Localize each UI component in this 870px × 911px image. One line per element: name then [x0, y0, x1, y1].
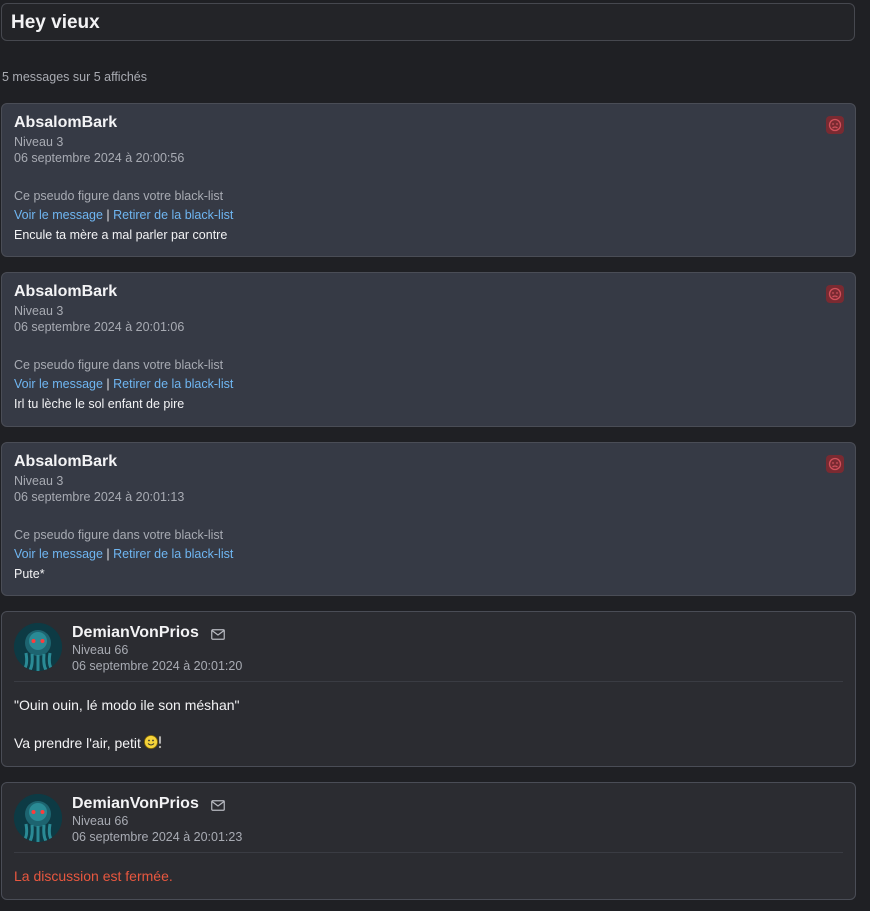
divider — [14, 852, 843, 853]
post-date[interactable]: 06 septembre 2024 à 20:01:06 — [14, 320, 184, 334]
post-text: Irl tu lèche le sol enfant de pire — [14, 397, 185, 411]
post-author[interactable]: AbsalomBark — [14, 283, 117, 301]
post-level: Niveau 3 — [14, 474, 64, 488]
post-author[interactable]: DemianVonPrios — [72, 624, 199, 642]
view-message-link[interactable]: Voir le message — [14, 377, 103, 391]
post-card-blacklisted: AbsalomBark Niveau 3 06 septembre 2024 à… — [1, 103, 856, 257]
post-date[interactable]: 06 septembre 2024 à 20:01:13 — [14, 490, 184, 504]
sad-face-icon[interactable] — [826, 116, 844, 134]
post-card-blacklisted: AbsalomBark Niveau 3 06 septembre 2024 à… — [1, 442, 856, 596]
post-card: DemianVonPrios Niveau 66 06 septembre 20… — [1, 782, 856, 900]
post-date[interactable]: 06 septembre 2024 à 20:00:56 — [14, 151, 184, 165]
post-author[interactable]: AbsalomBark — [14, 453, 117, 471]
blacklist-actions: Voir le message | Retirer de la black-li… — [14, 547, 233, 561]
envelope-icon[interactable] — [211, 798, 225, 816]
post-author[interactable]: DemianVonPrios — [72, 795, 199, 813]
post-level: Niveau 3 — [14, 135, 64, 149]
blacklist-actions: Voir le message | Retirer de la black-li… — [14, 377, 233, 391]
post-date[interactable]: 06 septembre 2024 à 20:01:20 — [72, 659, 242, 673]
divider — [14, 681, 843, 682]
envelope-icon[interactable] — [211, 627, 225, 645]
post-level: Niveau 66 — [72, 643, 129, 657]
link-separator: | — [102, 547, 114, 561]
post-level: Niveau 3 — [14, 304, 64, 318]
blacklist-note: Ce pseudo figure dans votre black-list — [14, 189, 224, 203]
view-message-link[interactable]: Voir le message — [14, 208, 103, 222]
sad-face-icon[interactable] — [826, 285, 844, 303]
post-card-blacklisted: AbsalomBark Niveau 3 06 septembre 2024 à… — [1, 272, 856, 427]
avatar[interactable] — [14, 794, 62, 842]
topic-title: Hey vieux — [11, 12, 100, 33]
post-text-line: "Ouin ouin, lé modo ile son méshan" — [14, 697, 240, 713]
blacklist-note: Ce pseudo figure dans votre black-list — [14, 358, 224, 372]
discussion-closed-notice: La discussion est fermée. — [14, 868, 173, 884]
post-level: Niveau 66 — [72, 814, 129, 828]
post-text: Va prendre l'air, petit — [14, 735, 141, 751]
link-separator: | — [102, 377, 114, 391]
post-author[interactable]: AbsalomBark — [14, 114, 117, 132]
sad-face-icon[interactable] — [826, 455, 844, 473]
blacklist-actions: Voir le message | Retirer de la black-li… — [14, 208, 233, 222]
blacklist-note: Ce pseudo figure dans votre black-list — [14, 528, 224, 542]
post-text-line: Va prendre l'air, petit — [14, 734, 166, 753]
view-message-link[interactable]: Voir le message — [14, 547, 103, 561]
topic-title-box: Hey vieux — [1, 3, 855, 41]
remove-blacklist-link[interactable]: Retirer de la black-list — [113, 547, 233, 561]
post-date[interactable]: 06 septembre 2024 à 20:01:23 — [72, 830, 242, 844]
message-count: 5 messages sur 5 affichés — [2, 70, 147, 84]
post-text: Encule ta mère a mal parler par contre — [14, 228, 228, 242]
post-text: Pute* — [14, 567, 45, 581]
link-separator: | — [102, 208, 114, 222]
smiley-icon — [144, 734, 166, 753]
post-card: DemianVonPrios Niveau 66 06 septembre 20… — [1, 611, 856, 767]
avatar[interactable] — [14, 623, 62, 671]
remove-blacklist-link[interactable]: Retirer de la black-list — [113, 208, 233, 222]
remove-blacklist-link[interactable]: Retirer de la black-list — [113, 377, 233, 391]
